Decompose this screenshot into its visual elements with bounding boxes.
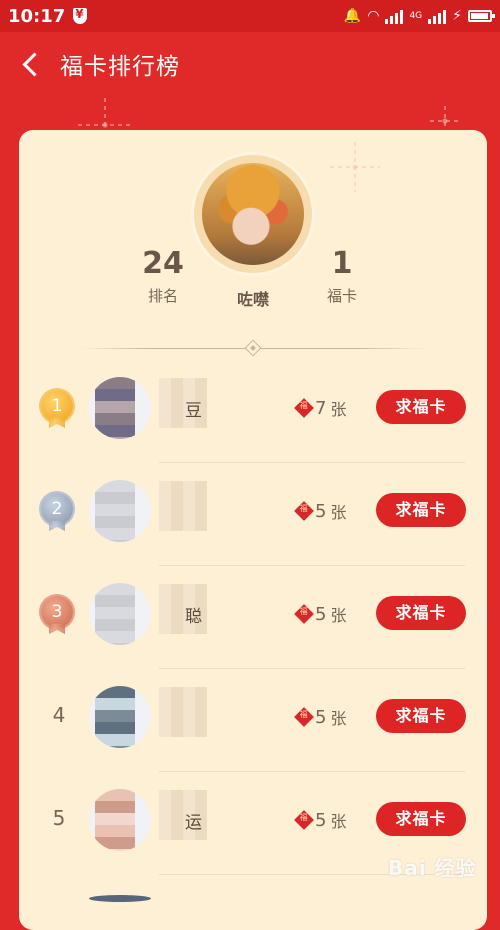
status-left: 10:17	[8, 5, 88, 27]
status-bar: 10:17 🔔 ◠ 4G ⚡	[0, 0, 500, 32]
ask-card-button[interactable]: 求福卡	[376, 390, 466, 424]
avatar	[89, 895, 151, 902]
user-name	[159, 475, 239, 545]
count-number: 5	[315, 706, 327, 728]
count-unit: 张	[330, 606, 347, 625]
ask-card-button[interactable]: 求福卡	[376, 699, 466, 733]
name-mosaic	[159, 481, 207, 531]
rank-value: 24	[142, 246, 184, 281]
signal-icon-2	[428, 8, 447, 24]
fu-card-icon	[294, 810, 314, 830]
cards-label: 福卡	[326, 287, 357, 305]
gold-medal-icon: 1	[41, 390, 73, 422]
charging-icon: ⚡	[452, 8, 462, 24]
status-time: 10:17	[8, 5, 66, 27]
count-unit: 张	[330, 503, 347, 522]
leaderboard-row: 4 5 张 求福卡	[19, 669, 487, 772]
watermark: Bai 经验	[388, 856, 477, 880]
count-unit: 张	[330, 812, 347, 831]
rank-stat: 24 排名	[130, 246, 196, 306]
rank-number: 4	[52, 703, 66, 727]
name-fragment: 运	[185, 813, 202, 833]
count-unit: 张	[330, 709, 347, 728]
count-number: 7	[315, 397, 327, 419]
bronze-medal-icon: 3	[41, 596, 73, 628]
profile-name: 咗噤	[236, 290, 269, 309]
nav-bar: 福卡排行榜	[0, 32, 500, 96]
signal-icon	[385, 8, 404, 24]
avatar-photo	[202, 163, 304, 265]
user-name: 运	[159, 784, 239, 854]
user-name: 豆	[159, 372, 239, 442]
name-fragment: 豆	[185, 401, 202, 421]
count-number: 5	[315, 603, 327, 625]
chevron-left-icon	[21, 51, 47, 77]
profile-avatar	[194, 155, 312, 273]
wifi-icon: ◠	[367, 8, 380, 24]
avatar	[89, 377, 151, 439]
battery-icon	[468, 10, 495, 22]
fu-card-icon	[294, 501, 314, 521]
fu-card-icon	[294, 707, 314, 727]
firework-decoration	[330, 142, 380, 192]
fu-card-icon	[294, 604, 314, 624]
name-fragment: 聪	[185, 607, 202, 627]
leaderboard-row-partial	[19, 885, 487, 902]
count-number: 5	[315, 500, 327, 522]
page-title: 福卡排行榜	[60, 54, 180, 80]
avatar	[89, 789, 151, 851]
fu-card-icon	[294, 398, 314, 418]
card-count: 5 张	[294, 705, 347, 729]
user-name: 聪	[159, 578, 239, 648]
ask-card-button[interactable]: 求福卡	[376, 493, 466, 527]
silver-medal-icon: 2	[41, 493, 73, 525]
back-button[interactable]	[0, 32, 60, 96]
card-count: 5 张	[294, 602, 347, 626]
rank-number: 5	[52, 806, 66, 830]
bell-icon: 🔔	[343, 8, 362, 24]
status-right: 🔔 ◠ 4G ⚡	[343, 8, 495, 24]
ask-card-button[interactable]: 求福卡	[376, 596, 466, 630]
avatar	[89, 686, 151, 748]
network-type: 4G	[409, 11, 423, 21]
count-unit: 张	[330, 400, 347, 419]
avatar	[89, 583, 151, 645]
card-count: 7 张	[294, 396, 347, 420]
leaderboard-row: 3 聪 5 张 求福卡	[19, 566, 487, 669]
ask-card-button[interactable]: 求福卡	[376, 802, 466, 836]
user-name	[159, 681, 239, 751]
shield-icon	[73, 7, 88, 24]
count-number: 5	[315, 809, 327, 831]
leaderboard-row: 1 豆 7 张 求福卡	[19, 360, 487, 463]
avatar	[89, 480, 151, 542]
leaderboard-row: 2 5 张 求福卡	[19, 463, 487, 566]
card-count: 5 张	[294, 499, 347, 523]
card-count: 5 张	[294, 808, 347, 832]
cards-value: 1	[331, 246, 353, 281]
rank-label: 排名	[147, 287, 178, 305]
cards-stat: 1 福卡	[310, 246, 374, 306]
name-mosaic	[159, 687, 207, 737]
